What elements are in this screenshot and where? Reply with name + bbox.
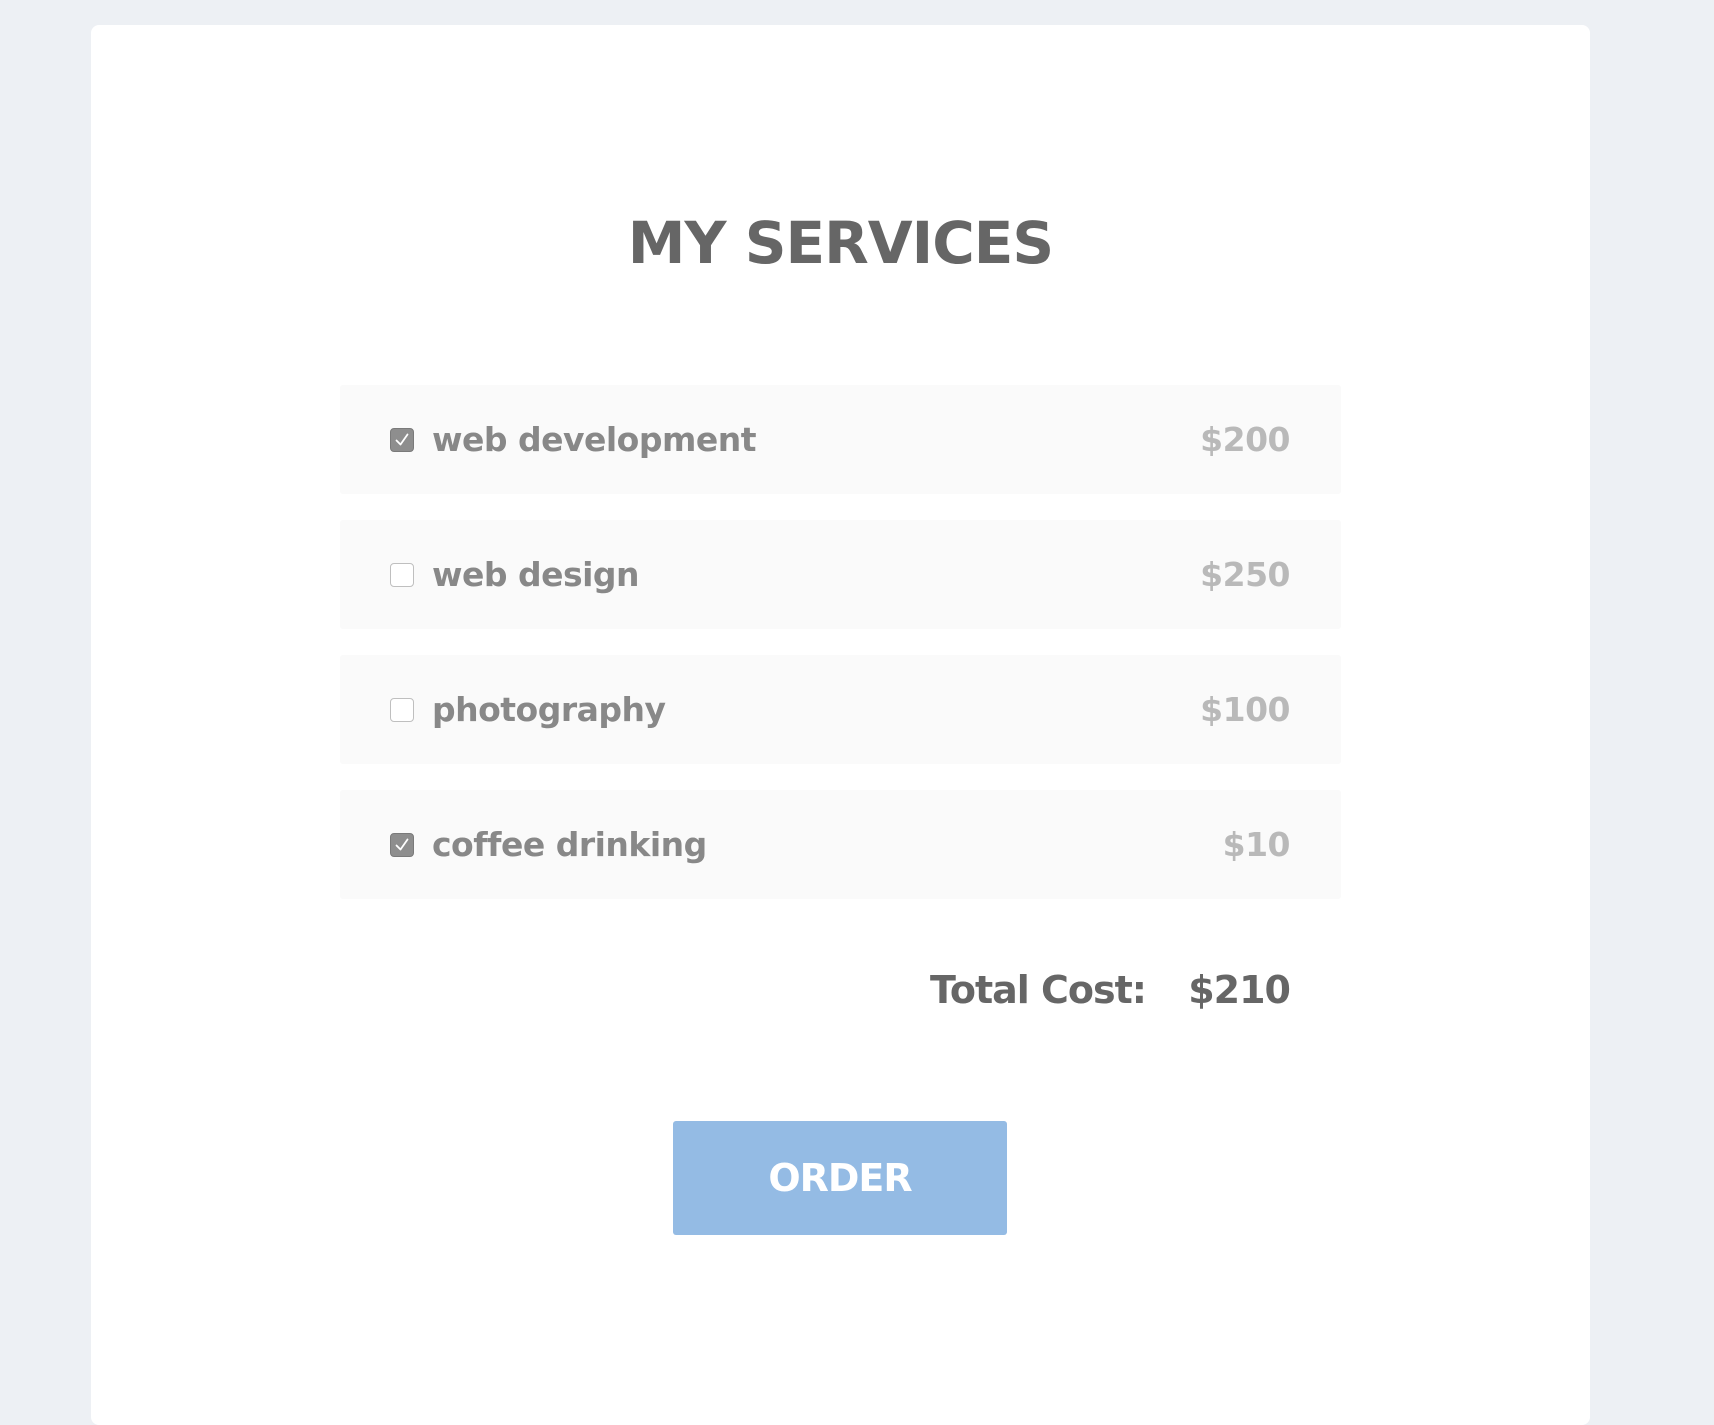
service-label: photography (432, 690, 666, 729)
service-row-photography[interactable]: photography $100 (340, 655, 1341, 764)
service-price: $250 (1200, 555, 1290, 594)
service-label: web design (432, 555, 640, 594)
service-label: coffee drinking (432, 825, 707, 864)
service-checkbox[interactable] (390, 833, 414, 857)
total-cost-label: Total Cost: (929, 968, 1147, 1012)
total-cost-value: $210 (1188, 968, 1291, 1012)
service-price: $10 (1222, 825, 1291, 864)
service-row-web-development[interactable]: web development $200 (340, 385, 1341, 494)
check-icon (395, 838, 409, 851)
service-checkbox[interactable] (390, 698, 414, 722)
service-label: web development (432, 420, 757, 459)
service-checkbox[interactable] (390, 563, 414, 587)
service-row-web-design[interactable]: web design $250 (340, 520, 1341, 629)
service-price: $100 (1200, 690, 1290, 729)
check-icon (395, 433, 409, 446)
service-checkbox[interactable] (390, 428, 414, 452)
total-cost: Total Cost: $210 (929, 960, 1291, 1020)
service-row-coffee-drinking[interactable]: coffee drinking $10 (340, 790, 1341, 899)
order-button[interactable]: ORDER (673, 1121, 1007, 1235)
services-card: MY SERVICES web development $200 web des… (91, 25, 1590, 1425)
page-title: MY SERVICES (627, 209, 1054, 277)
services-list: web development $200 web design $250 pho… (340, 385, 1341, 925)
service-price: $200 (1200, 420, 1290, 459)
